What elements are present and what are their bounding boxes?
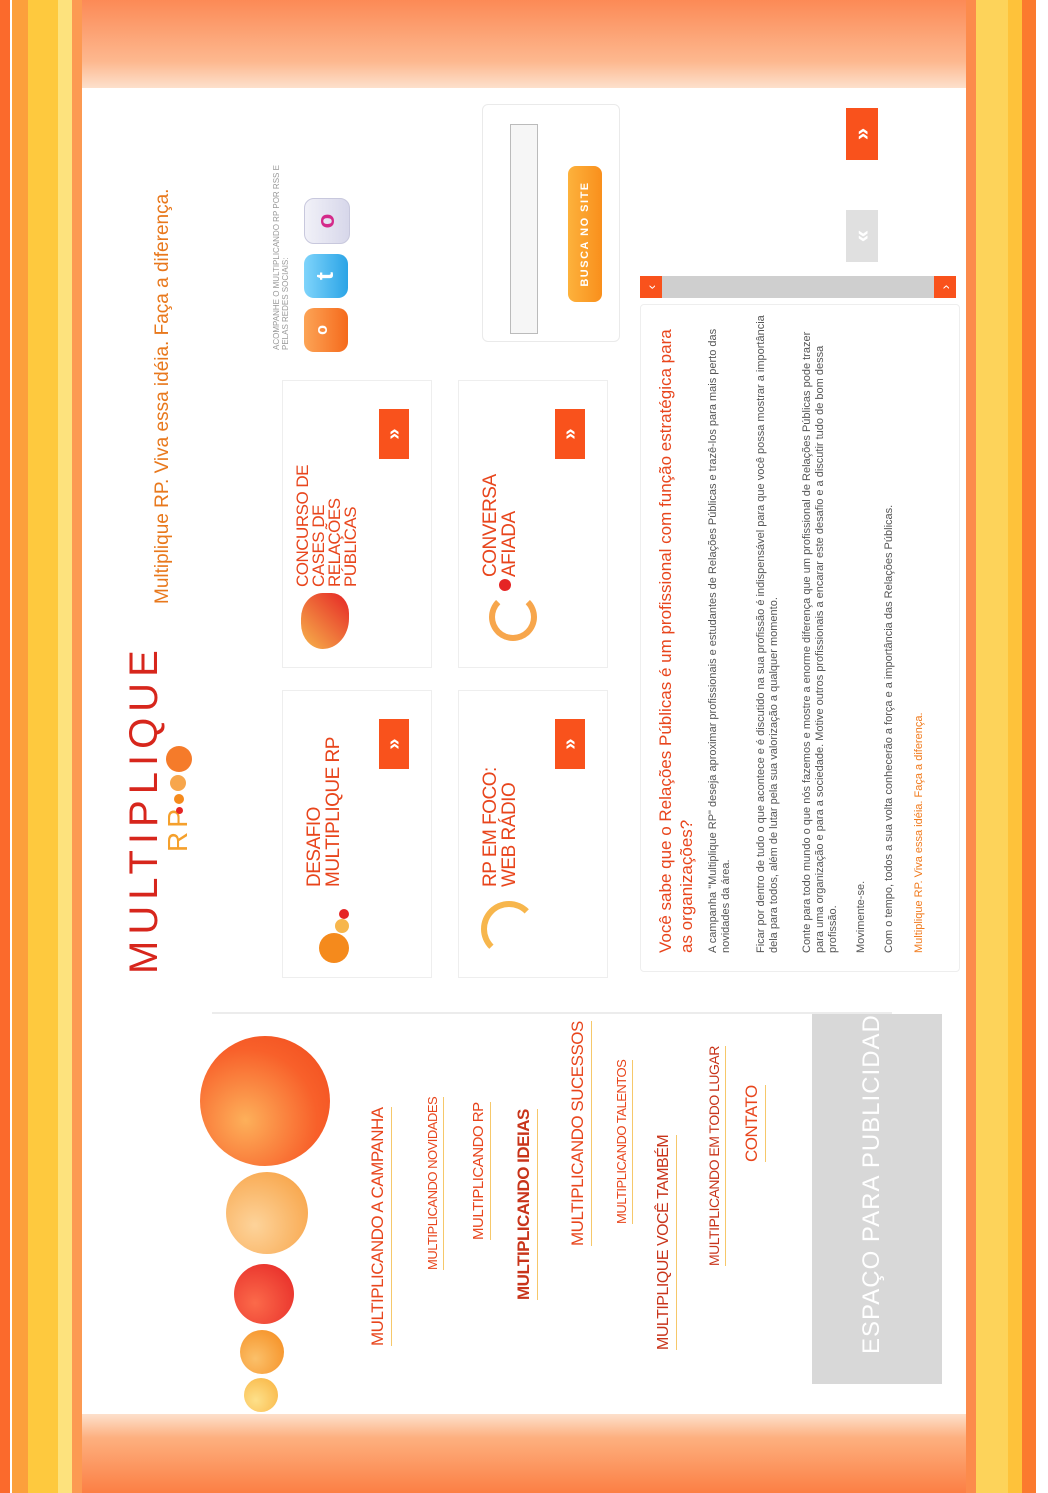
prev-page-button[interactable]: « — [846, 210, 878, 262]
nav-item-talentos[interactable]: MULTIPLICANDO TALENTOS — [614, 1059, 633, 1224]
dolphin-icon — [301, 593, 349, 649]
feature-title: CONVERSA AFIADA — [480, 475, 520, 577]
scroll-down-button[interactable]: › — [934, 276, 956, 298]
feature-title: RP EM FOCO: WEB RÁDIO — [480, 767, 520, 887]
left-column: MULTIPLICANDO A CAMPANHA MULTIPLICANDO N… — [82, 997, 966, 1414]
nav-item-contato[interactable]: CONTATO — [742, 1085, 766, 1162]
decor-circle — [244, 1378, 278, 1412]
feature-title: DESAFIO MULTIPLIQUE RP — [304, 737, 344, 887]
scroll-track[interactable] — [662, 276, 934, 298]
feature-arrow-button[interactable]: » — [555, 409, 585, 459]
nav-item-campanha[interactable]: MULTIPLICANDO A CAMPANHA — [368, 1107, 392, 1346]
rss-icon[interactable]: ᵒ — [304, 308, 348, 352]
feature-webradio[interactable]: RP EM FOCO: WEB RÁDIO » — [458, 690, 608, 978]
article-paragraph: Com o tempo, todos a sua volta conhecerã… — [883, 504, 895, 953]
ad-label: ESPAÇO PARA PUBLICIDADE — [858, 997, 885, 1354]
article-signoff: Multiplique RP. Viva essa idéia. Faça a … — [913, 712, 925, 953]
bubbles-icon-part — [339, 909, 349, 919]
article-paragraph: Conte para todo mundo o que nós fazemos … — [801, 331, 839, 953]
conversation-icon — [489, 593, 537, 641]
nav-item-todo-lugar[interactable]: MULTIPLICANDO EM TODO LUGAR — [706, 1046, 726, 1266]
article-panel: Você sabe que o Relações Públicas é um p… — [640, 304, 960, 972]
article-paragraph: Ficar por dentro de tudo o que acontece … — [755, 315, 780, 953]
bottom-band — [82, 1414, 966, 1493]
radio-waves-icon — [481, 901, 537, 957]
logo-dot — [174, 794, 184, 804]
column-divider — [212, 1012, 892, 1014]
site-tagline: Multiplique RP. Viva essa idéia. Faça a … — [152, 188, 173, 604]
flickr-icon[interactable]: o — [304, 198, 350, 244]
nav-item-novidades[interactable]: MULTIPLICANDO NOVIDADES — [425, 1096, 444, 1270]
article-title: Você sabe que o Relações Públicas é um p… — [656, 329, 696, 953]
social-text: ACOMPANHE O MULTIPLICANDO RP POR RSS E P… — [272, 165, 290, 350]
bubbles-icon — [319, 933, 349, 963]
search-button[interactable]: BUSCA NO SITE — [568, 166, 602, 302]
feature-desafio[interactable]: DESAFIO MULTIPLIQUE RP » — [282, 690, 432, 978]
ad-space[interactable]: ESPAÇO PARA PUBLICIDADE — [812, 997, 942, 1384]
logo-wordmark: MULTIPLIQUE — [122, 644, 166, 974]
feature-concurso[interactable]: CONCURSO DE CASES DE RELAÇÕES PÚBLICAS » — [282, 380, 432, 668]
article-paragraph: A campanha "Multiplique RP" deseja aprox… — [707, 328, 732, 953]
twitter-icon[interactable]: t — [304, 254, 348, 298]
feature-arrow-button[interactable]: » — [379, 719, 409, 769]
nav-item-sucessos[interactable]: MULTIPLICANDO SUCESSOS — [568, 1021, 592, 1246]
top-band — [82, 0, 966, 88]
logo-dot — [166, 746, 192, 772]
article-scrollbar[interactable]: ‹ › — [640, 90, 956, 298]
site-logo[interactable]: MULTIPLIQUE RP — [122, 644, 232, 974]
nav-item-rp[interactable]: MULTIPLICANDO RP — [470, 1102, 491, 1240]
nav-item-voce-tambem[interactable]: MULTIPLIQUE VOCÊ TAMBÉM — [655, 1134, 677, 1350]
conversation-icon-dot — [499, 579, 511, 591]
next-page-button[interactable]: » — [846, 108, 878, 160]
social-section: ACOMPANHE O MULTIPLICANDO RP POR RSS E P… — [272, 92, 432, 352]
bubbles-icon-part — [335, 919, 349, 933]
scroll-up-button[interactable]: ‹ — [640, 276, 662, 298]
feature-title: CONCURSO DE CASES DE RELAÇÕES PÚBLICAS — [293, 464, 360, 587]
feature-arrow-button[interactable]: » — [379, 409, 409, 459]
feature-arrow-button[interactable]: » — [555, 719, 585, 769]
feature-conversa[interactable]: CONVERSA AFIADA » — [458, 380, 608, 668]
logo-dot — [170, 775, 186, 791]
logo-dot — [176, 807, 183, 814]
search-input[interactable] — [510, 124, 538, 334]
page-content: MULTIPLICANDO A CAMPANHA MULTIPLICANDO N… — [82, 88, 966, 1414]
nav-item-ideias[interactable]: MULTIPLICANDO IDEIAS — [514, 1109, 538, 1300]
article-paragraph: Movimente-se. — [855, 880, 867, 953]
